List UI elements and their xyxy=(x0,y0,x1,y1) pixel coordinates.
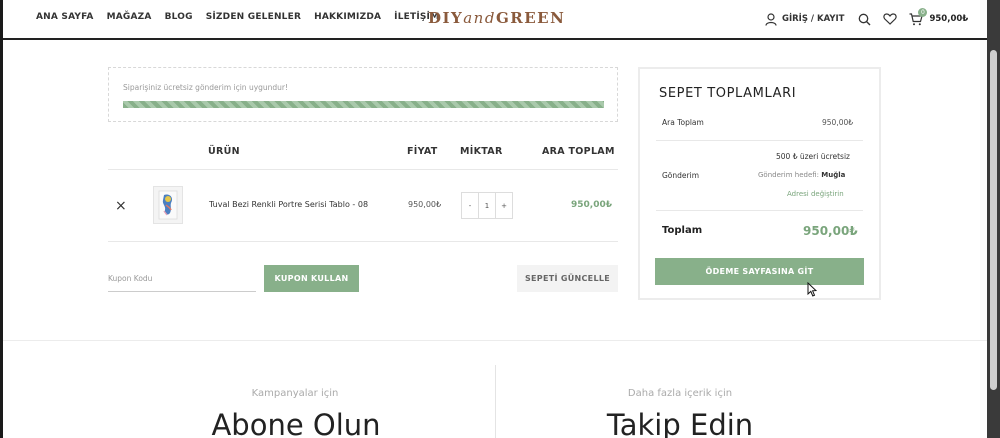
shipping-method: 500 ₺ üzeri ücretsiz xyxy=(776,152,850,161)
product-subtotal: 950,00₺ xyxy=(571,200,612,210)
cart-totals-title: SEPET TOPLAMLARI xyxy=(659,86,797,101)
nav-item-about[interactable]: HAKKIMIZDA xyxy=(314,12,381,22)
follow-subtitle: Daha fazla içerik için xyxy=(627,388,733,399)
cart-total-amount: 950,00₺ xyxy=(929,14,969,24)
nav-item-shop[interactable]: MAĞAZA xyxy=(107,12,152,22)
section-divider xyxy=(3,340,987,341)
coupon-code-input[interactable] xyxy=(108,266,256,292)
header-actions: GİRİŞ / KAYIT 0 950,00₺ xyxy=(765,7,969,28)
mouse-pointer-icon xyxy=(807,281,818,301)
nav-item-blog[interactable]: BLOG xyxy=(165,12,193,22)
window-edge-left xyxy=(0,0,3,438)
heart-icon[interactable] xyxy=(883,13,898,25)
cart-count-badge: 0 xyxy=(918,7,928,17)
quantity-stepper: - 1 + xyxy=(461,192,513,219)
proceed-to-checkout-button[interactable]: ÖDEME SAYFASINA GİT xyxy=(655,258,864,285)
nav-item-testimonials[interactable]: SİZDEN GELENLER xyxy=(206,12,301,22)
total-label: Toplam xyxy=(662,225,703,236)
product-price: 950,00₺ xyxy=(408,200,442,209)
scrollbar-thumb[interactable] xyxy=(990,50,997,390)
follow-heading: Takip Edin xyxy=(606,408,754,438)
free-shipping-progress xyxy=(123,101,604,108)
change-address-link[interactable]: Adresi değiştirin xyxy=(787,190,844,198)
table-header-divider xyxy=(108,169,618,170)
nav-item-home[interactable]: ANA SAYFA xyxy=(36,12,94,22)
site-header: ANA SAYFA MAĞAZA BLOG SİZDEN GELENLER HA… xyxy=(3,0,987,40)
page-scrollbar[interactable] xyxy=(987,0,1000,438)
column-header-subtotal: ARA TOPLAM xyxy=(542,146,615,157)
table-row-divider xyxy=(108,241,618,242)
product-name-link[interactable]: Tuval Bezi Renkli Portre Serisi Tablo - … xyxy=(209,200,368,209)
update-cart-button[interactable]: SEPETİ GÜNCELLE xyxy=(517,265,618,292)
newsletter-heading: Abone Olun xyxy=(211,408,381,438)
column-header-quantity: MİKTAR xyxy=(460,146,503,157)
logo-part-diy: DIY xyxy=(428,9,464,27)
login-register-label: GİRİŞ / KAYIT xyxy=(782,14,845,24)
quantity-decrease-button[interactable]: - xyxy=(462,193,478,218)
remove-item-button[interactable]: × xyxy=(115,198,127,214)
free-shipping-progress-fill xyxy=(123,101,604,108)
search-icon[interactable] xyxy=(858,13,871,26)
subtotal-label: Ara Toplam xyxy=(662,118,704,127)
shipping-destination-prefix: Gönderim hedefi: xyxy=(758,171,820,179)
free-shipping-text: Siparişiniz ücretsiz gönderim için uygun… xyxy=(123,83,289,92)
quantity-increase-button[interactable]: + xyxy=(496,193,512,218)
login-register-link[interactable]: GİRİŞ / KAYIT xyxy=(765,12,845,26)
logo-part-green: GREEN xyxy=(495,9,566,27)
column-header-price: FİYAT xyxy=(407,146,438,157)
quantity-input[interactable]: 1 xyxy=(478,193,496,218)
user-icon xyxy=(765,12,777,26)
main-nav: ANA SAYFA MAĞAZA BLOG SİZDEN GELENLER HA… xyxy=(36,12,452,22)
total-value: 950,00₺ xyxy=(803,224,858,238)
column-header-product: ÜRÜN xyxy=(208,146,240,157)
shipping-destination: Gönderim hedefi: Muğla xyxy=(758,171,845,179)
column-divider xyxy=(495,365,496,438)
product-thumbnail[interactable] xyxy=(153,186,183,224)
site-logo[interactable]: DIYandGREEN xyxy=(428,9,565,27)
free-shipping-notice: Siparişiniz ücretsiz gönderim için uygun… xyxy=(108,67,618,122)
totals-divider xyxy=(656,210,863,211)
apply-coupon-button[interactable]: KUPON KULLAN xyxy=(264,265,359,292)
cart-widget[interactable]: 0 950,00₺ xyxy=(909,7,969,26)
logo-part-and: and xyxy=(463,9,496,27)
subtotal-value: 950,00₺ xyxy=(822,118,854,127)
newsletter-subtitle: Kampanyalar için xyxy=(251,388,339,399)
shipping-label: Gönderim xyxy=(662,171,700,180)
shipping-destination-city: Muğla xyxy=(821,171,846,179)
totals-divider xyxy=(656,140,863,141)
